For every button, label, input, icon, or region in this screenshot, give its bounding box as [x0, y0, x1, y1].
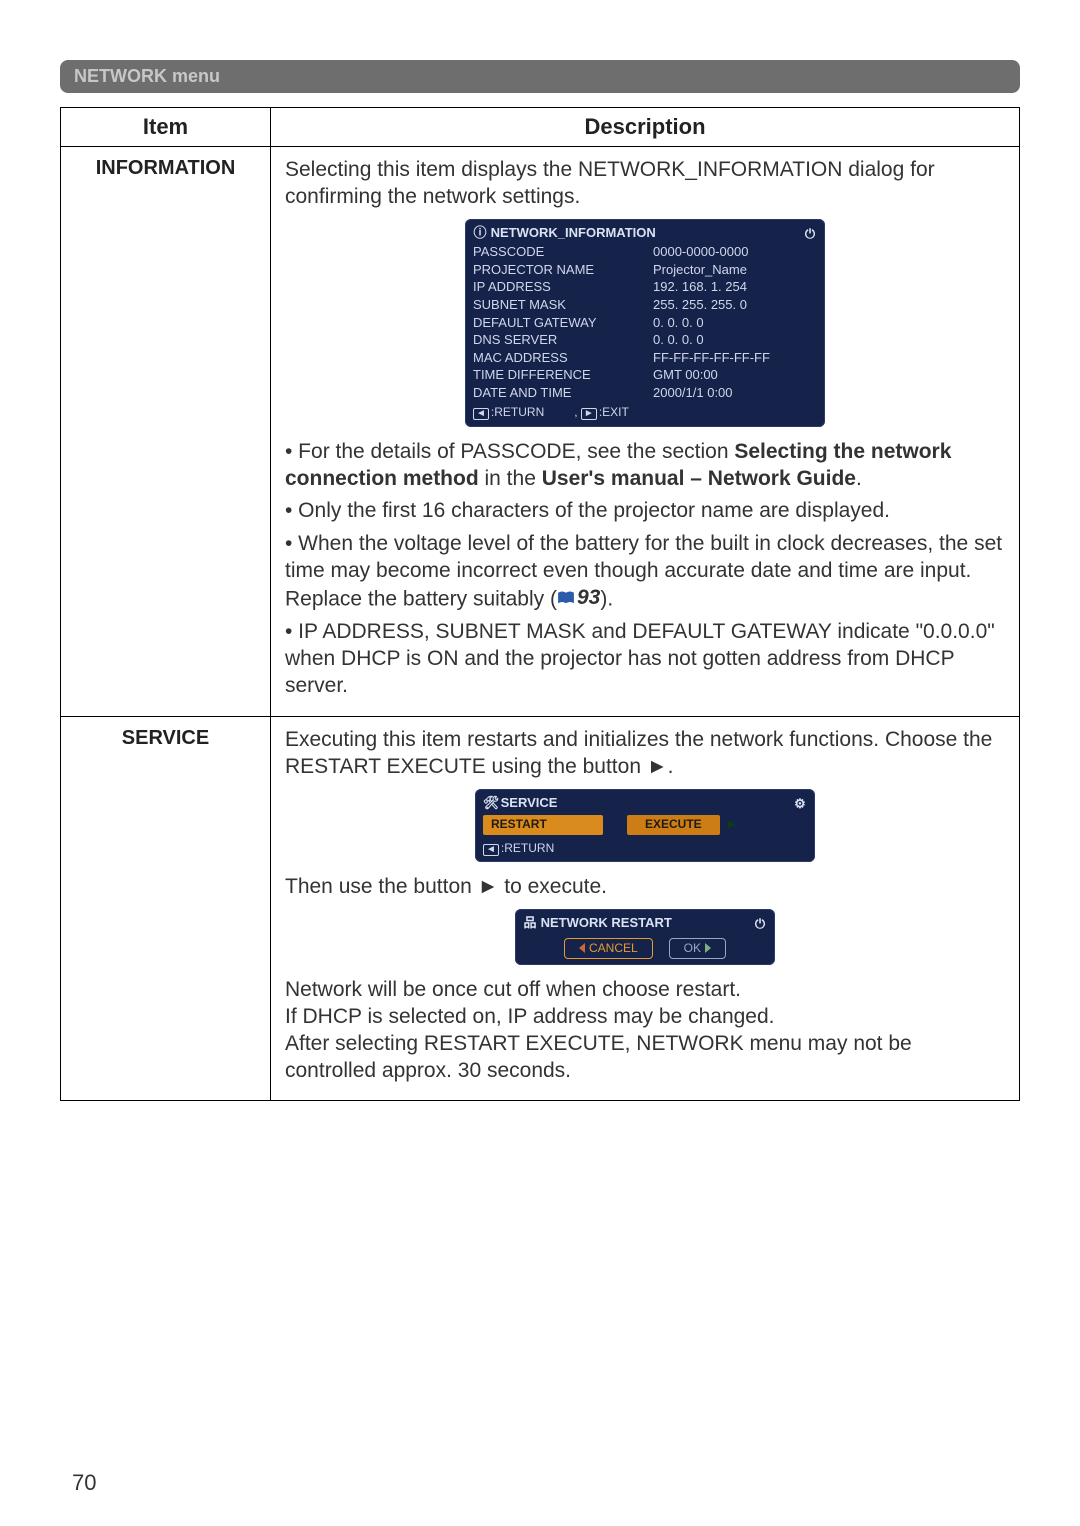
osd-label: DATE AND TIME — [473, 384, 613, 402]
service-p1: Executing this item restarts and initial… — [285, 727, 1005, 781]
osd-value: 0000-0000-0000 — [653, 243, 783, 261]
osd-service: 🛠 SERVICE ⚙ RESTART EXECUTE ► ◄:RETURN — [475, 789, 815, 862]
osd-value: GMT 00:00 — [653, 366, 783, 384]
wrench-icon: 🛠 — [483, 795, 497, 809]
table-row: INFORMATION Selecting this item displays… — [61, 147, 1020, 717]
osd-label: DEFAULT GATEWAY — [473, 314, 613, 332]
description-information: Selecting this item displays the NETWORK… — [271, 147, 1020, 717]
osd-foot-return: :RETURN — [501, 841, 554, 855]
table-header-row: Item Description — [61, 108, 1020, 147]
osd-value: 255. 255. 255. 0 — [653, 296, 783, 314]
network-icon: 品 — [523, 915, 537, 929]
left-key-icon: ◄ — [483, 844, 499, 856]
settings-table: Item Description INFORMATION Selecting t… — [60, 107, 1020, 1101]
osd-value: Projector_Name — [653, 261, 783, 279]
osd-value: FF-FF-FF-FF-FF-FF — [653, 349, 783, 367]
right-arrow-icon: ► — [726, 817, 738, 832]
manual-page-ref: 93 — [557, 585, 600, 612]
osd-value: 192. 168. 1. 254 — [653, 278, 783, 296]
info-bullet-3: • When the voltage level of the battery … — [285, 531, 1005, 613]
osd-restart-title: NETWORK RESTART — [541, 915, 672, 930]
settings-icon: ⚙ — [793, 796, 807, 810]
osd-restart-label: RESTART — [483, 815, 603, 834]
osd-label: DNS SERVER — [473, 331, 613, 349]
info-bullet-1: • For the details of PASSCODE, see the s… — [285, 439, 1005, 493]
osd-label: PASSCODE — [473, 243, 613, 261]
osd-label: MAC ADDRESS — [473, 349, 613, 367]
cancel-button[interactable]: CANCEL — [564, 938, 653, 959]
info-icon: ⓘ — [473, 225, 487, 239]
info-bullet-4: • IP ADDRESS, SUBNET MASK and DEFAULT GA… — [285, 619, 1005, 700]
osd-network-restart: 品 NETWORK RESTART ⏻ CANCEL OK — [515, 909, 775, 965]
osd-label: TIME DIFFERENCE — [473, 366, 613, 384]
col-header-item: Item — [61, 108, 271, 147]
left-key-icon: ◄ — [473, 408, 489, 420]
power-icon: ⏻ — [803, 226, 817, 240]
service-p3: Network will be once cut off when choose… — [285, 977, 1005, 1085]
item-information: INFORMATION — [61, 147, 271, 717]
info-bullet-2: • Only the first 16 characters of the pr… — [285, 498, 1005, 525]
item-service: SERVICE — [61, 716, 271, 1100]
power-icon: ⏻ — [753, 916, 767, 930]
osd-network-information: ⓘ NETWORK_INFORMATION ⏻ PASSCODE PROJECT… — [465, 219, 825, 427]
osd-value: 0. 0. 0. 0 — [653, 314, 783, 332]
osd-label: IP ADDRESS — [473, 278, 613, 296]
service-p2: Then use the button ► to execute. — [285, 874, 1005, 901]
left-arrow-icon — [579, 943, 585, 953]
right-key-icon: ► — [581, 408, 597, 420]
osd-label: SUBNET MASK — [473, 296, 613, 314]
right-arrow-icon — [705, 943, 711, 953]
osd-execute-button[interactable]: EXECUTE — [627, 815, 720, 834]
ok-button[interactable]: OK — [669, 938, 726, 959]
osd-value: 0. 0. 0. 0 — [653, 331, 783, 349]
description-service: Executing this item restarts and initial… — [271, 716, 1020, 1100]
osd-title: NETWORK_INFORMATION — [491, 225, 656, 240]
osd-value: 2000/1/1 0:00 — [653, 384, 783, 402]
page-number: 70 — [72, 1470, 96, 1496]
osd-service-title: SERVICE — [501, 795, 558, 810]
osd-label: PROJECTOR NAME — [473, 261, 613, 279]
table-row: SERVICE Executing this item restarts and… — [61, 716, 1020, 1100]
info-intro: Selecting this item displays the NETWORK… — [285, 157, 1005, 211]
osd-foot-exit: :EXIT — [599, 405, 629, 419]
book-icon — [557, 591, 575, 605]
col-header-description: Description — [271, 108, 1020, 147]
section-header: NETWORK menu — [60, 60, 1020, 93]
osd-foot-return: :RETURN — [491, 405, 544, 419]
